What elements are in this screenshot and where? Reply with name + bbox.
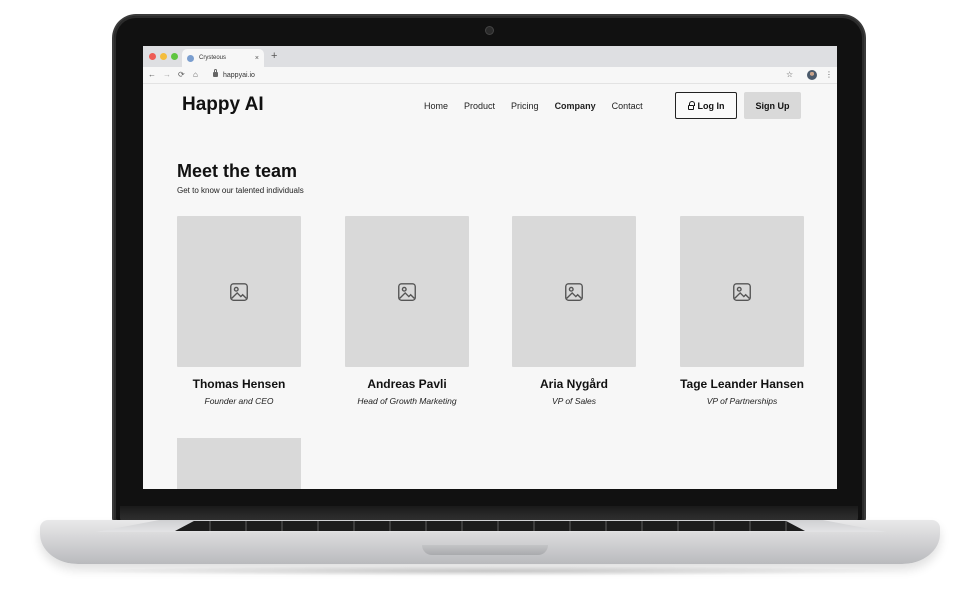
favicon-icon	[187, 54, 194, 62]
camera-icon	[486, 27, 493, 34]
team-card: Thomas Hensen Founder and CEO	[177, 216, 301, 406]
member-photo-placeholder	[345, 216, 469, 367]
web-page: Happy AI Home Product Pricing Company Co…	[143, 84, 837, 489]
nav-link-contact[interactable]: Contact	[612, 101, 643, 111]
close-tab-icon[interactable]: ×	[255, 55, 259, 62]
nav-link-home[interactable]: Home	[424, 101, 448, 111]
back-arrow-icon[interactable]: ←	[148, 69, 156, 81]
close-window-button[interactable]	[149, 53, 156, 60]
site-logo[interactable]: Happy AI	[182, 94, 264, 116]
member-name: Andreas Pavli	[367, 377, 447, 391]
image-placeholder-icon	[230, 282, 248, 301]
nav-link-company[interactable]: Company	[555, 101, 596, 111]
tab-title: Crysteous	[199, 55, 227, 61]
member-photo-placeholder	[512, 216, 636, 367]
lock-icon	[213, 69, 218, 77]
browser-tab-bar: Crysteous × +	[143, 46, 837, 67]
member-role: Head of Growth Marketing	[357, 396, 457, 406]
laptop-screen: Crysteous × + ← → ⟳ ⌂ happyai.io ☆ ⋮ Hap…	[143, 46, 837, 489]
address-bar[interactable]: happyai.io	[223, 70, 255, 81]
keyboard-keys	[175, 521, 805, 531]
member-photo-placeholder	[177, 438, 301, 489]
laptop-shadow	[70, 566, 910, 576]
browser-toolbar: ← → ⟳ ⌂ happyai.io ☆ ⋮	[143, 67, 837, 84]
section-title: Meet the team	[177, 161, 298, 181]
minimize-window-button[interactable]	[160, 53, 167, 60]
sign-up-button[interactable]: Sign Up	[744, 92, 801, 119]
log-in-label: Log In	[697, 100, 725, 111]
site-nav: Home Product Pricing Company Contact	[424, 101, 659, 111]
new-tab-button[interactable]: +	[271, 49, 277, 63]
member-name: Thomas Hensen	[192, 377, 286, 391]
section-subtitle: Get to know our talented individuals	[177, 186, 304, 195]
reload-icon[interactable]: ⟳	[178, 69, 185, 81]
team-card: Tage Leander Hansen VP of Partnerships	[680, 216, 804, 406]
image-placeholder-icon	[398, 282, 416, 301]
image-placeholder-icon	[565, 282, 583, 301]
member-role: Founder and CEO	[204, 396, 274, 406]
member-role: VP of Partnerships	[706, 396, 778, 406]
browser-menu-icon[interactable]: ⋮	[825, 69, 833, 81]
member-photo-placeholder	[680, 216, 804, 367]
image-placeholder-icon	[733, 282, 751, 301]
log-in-button[interactable]: Log In	[675, 92, 737, 119]
forward-arrow-icon[interactable]: →	[163, 69, 171, 81]
sign-up-label: Sign Up	[755, 100, 790, 111]
team-card: Aria Nygård VP of Sales	[512, 216, 636, 406]
home-icon[interactable]: ⌂	[193, 69, 198, 81]
profile-avatar[interactable]	[807, 70, 817, 80]
lid-opening-notch	[422, 545, 548, 555]
maximize-window-button[interactable]	[171, 53, 178, 60]
nav-link-product[interactable]: Product	[464, 101, 495, 111]
member-name: Aria Nygård	[539, 377, 609, 391]
member-name: Tage Leander Hansen	[680, 377, 804, 391]
bookmark-star-icon[interactable]: ☆	[786, 69, 793, 81]
team-card: Andreas Pavli Head of Growth Marketing	[345, 216, 469, 406]
member-photo-placeholder	[177, 216, 301, 367]
nav-link-pricing[interactable]: Pricing	[511, 101, 539, 111]
member-role: VP of Sales	[551, 396, 597, 406]
browser-tab[interactable]: Crysteous ×	[182, 49, 264, 67]
lock-icon	[687, 100, 695, 110]
